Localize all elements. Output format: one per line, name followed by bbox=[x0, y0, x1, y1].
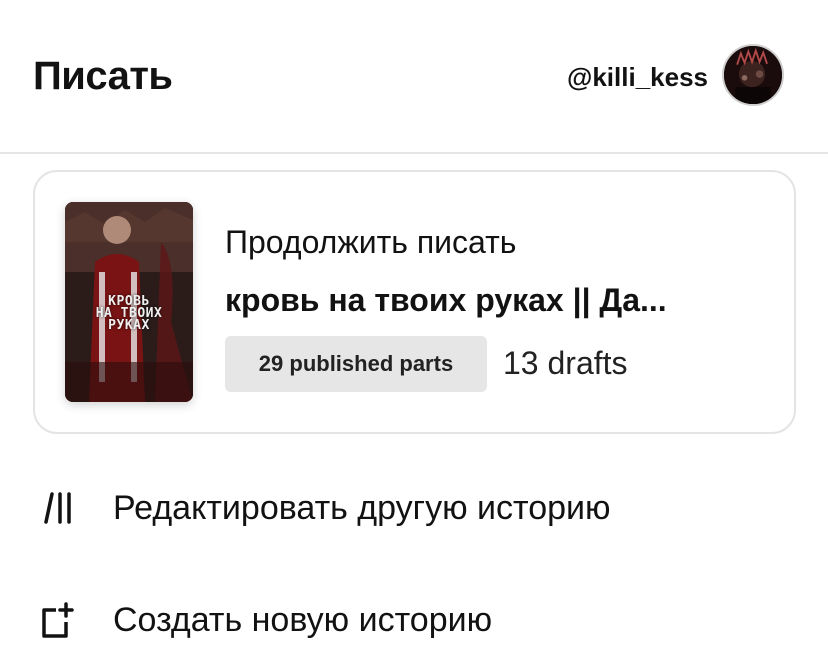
avatar-image bbox=[724, 46, 782, 104]
edit-another-story-row[interactable]: Редактировать другую историю bbox=[0, 478, 828, 538]
drafts-count: 13 drafts bbox=[503, 345, 628, 381]
published-parts-badge: 29 published parts bbox=[225, 336, 487, 392]
story-cover[interactable]: КРОВЬ НА ТВОИХ РУКАХ bbox=[65, 202, 193, 402]
story-title[interactable]: кровь на твоих руках || Да... bbox=[225, 282, 765, 319]
username[interactable]: @killi_kess bbox=[567, 62, 708, 93]
continue-writing-label: Продолжить писать bbox=[225, 224, 517, 260]
edit-stories-icon bbox=[38, 488, 78, 528]
header: Писать @killi_kess bbox=[0, 0, 828, 154]
create-new-story-label: Создать новую историю bbox=[113, 600, 493, 639]
edit-another-story-label: Редактировать другую историю bbox=[113, 488, 611, 527]
create-new-story-row[interactable]: Создать новую историю bbox=[0, 590, 828, 650]
continue-writing-card[interactable]: КРОВЬ НА ТВОИХ РУКАХ Продолжить писать к… bbox=[33, 170, 796, 434]
new-story-icon bbox=[38, 600, 78, 640]
page-title: Писать bbox=[33, 54, 173, 98]
avatar[interactable] bbox=[722, 44, 784, 106]
cover-title: КРОВЬ НА ТВОИХ РУКАХ bbox=[95, 294, 163, 333]
